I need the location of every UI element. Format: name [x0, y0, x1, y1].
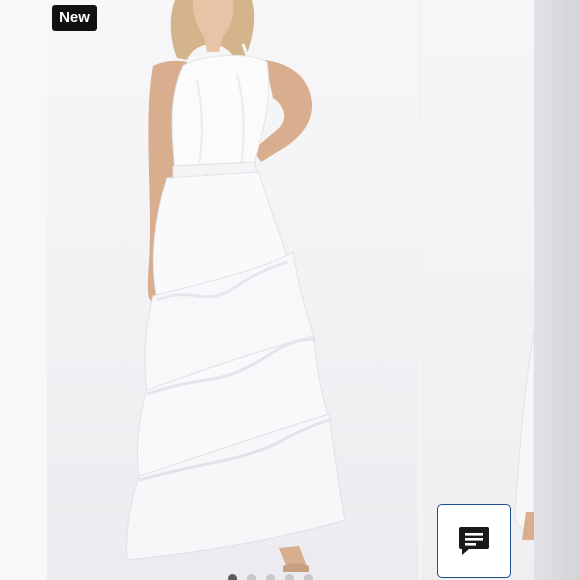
- carousel-right-edge: [534, 0, 580, 580]
- model-in-white-dress-image: [126, 0, 346, 572]
- carousel-dot-5[interactable]: [304, 574, 313, 580]
- carousel-pagination: [228, 574, 313, 580]
- carousel-dot-3[interactable]: [266, 574, 275, 580]
- chat-button[interactable]: [437, 504, 511, 578]
- carousel-dot-4[interactable]: [285, 574, 294, 580]
- carousel-dot-1[interactable]: [228, 574, 237, 580]
- chat-bubble-lines-icon: [457, 524, 491, 558]
- product-photo-main[interactable]: [47, 0, 418, 580]
- new-badge: New: [52, 5, 97, 31]
- carousel-dot-2[interactable]: [247, 574, 256, 580]
- product-photo-next-peek[interactable]: [422, 0, 534, 580]
- carousel-left-margin: [0, 0, 47, 580]
- image-carousel[interactable]: New: [0, 0, 580, 580]
- next-slide-dress-preview: [514, 329, 534, 540]
